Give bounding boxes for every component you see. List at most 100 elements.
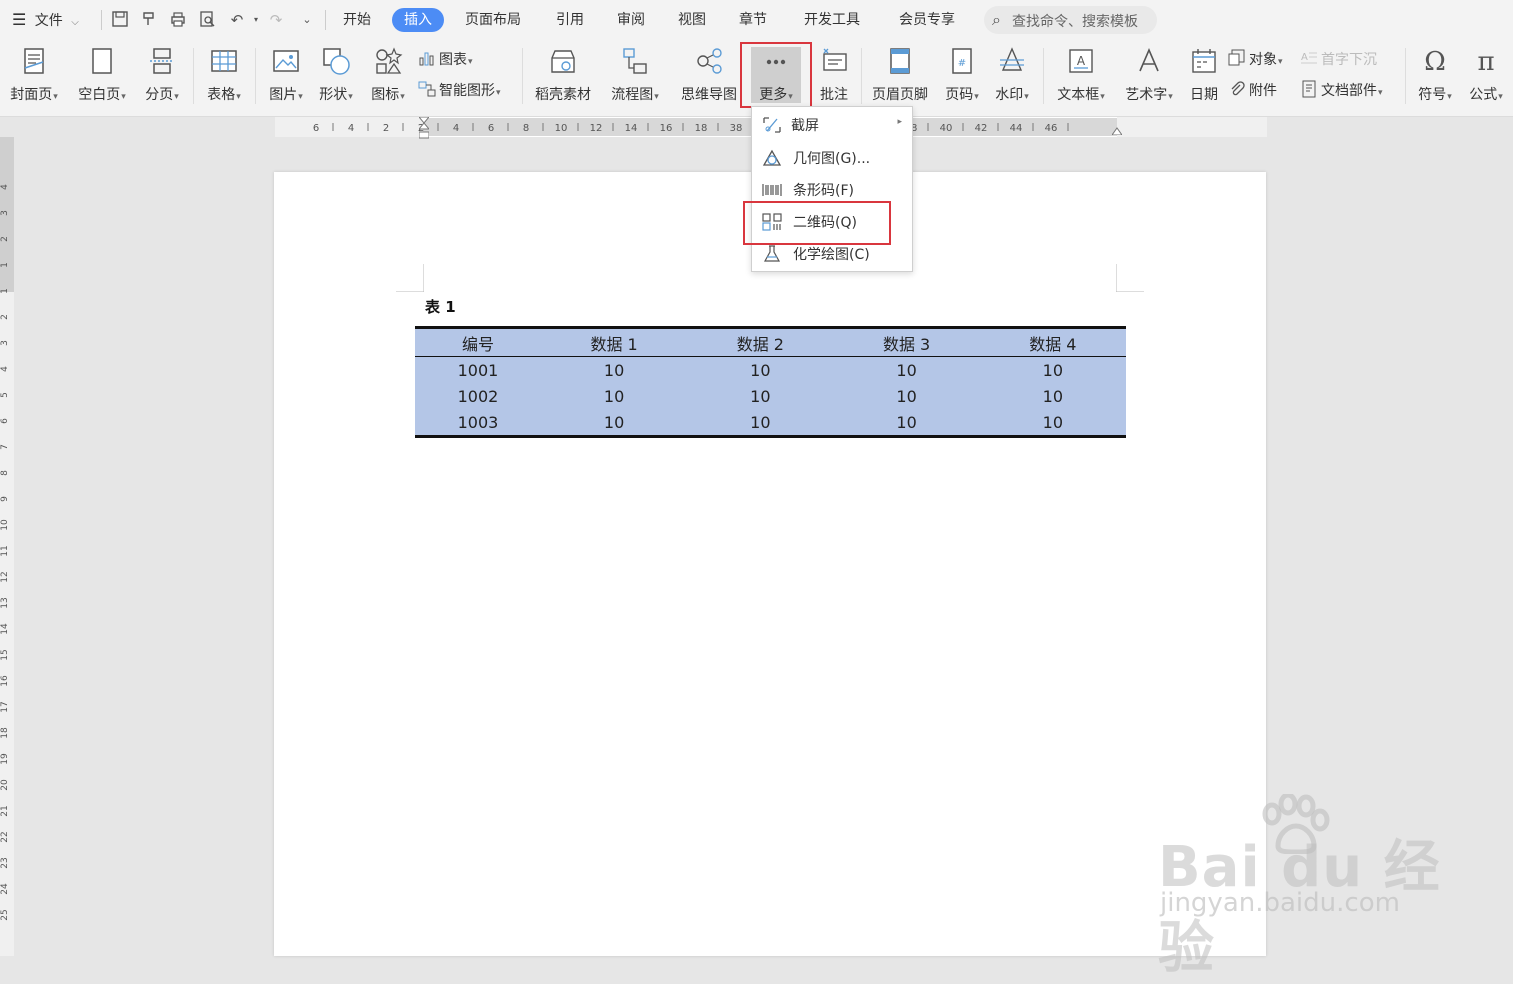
tab-references[interactable]: 引用 [556, 8, 584, 32]
data-table[interactable]: 编号 数据 1 数据 2 数据 3 数据 4 1001 10 10 10 10 … [415, 326, 1126, 438]
table-cell[interactable]: 10 [541, 357, 687, 384]
save-icon[interactable] [110, 10, 130, 30]
table-cell[interactable]: 1003 [415, 409, 541, 437]
customize-toolbar-icon[interactable]: ⌄ [297, 10, 317, 30]
date-button[interactable]: 日期 [1186, 46, 1222, 108]
flowchart-button[interactable]: 流程图▾ [606, 46, 664, 108]
vertical-ruler[interactable]: 4 3 2 1 1 2 3 4 5 6 7 8 9 10 11 12 13 14 15 16 17 18 19 20 21 22 2… [0, 137, 14, 956]
redo-icon[interactable]: ↷ [266, 10, 286, 30]
ruler-tick-label: 6 [313, 123, 319, 134]
chevron-down-icon: ▾ [121, 92, 126, 102]
picture-icon [273, 50, 299, 72]
menu-item-label: 化学绘图(C) [793, 247, 870, 263]
attachment-label: 附件 [1249, 83, 1277, 99]
ruler-tick-label: 40 [940, 123, 953, 134]
table-cell[interactable]: 10 [833, 357, 979, 384]
shape-button[interactable]: 形状▾ [314, 46, 358, 108]
menu-item-label: 截屏 [791, 118, 819, 134]
header-footer-button[interactable]: 页眉页脚 [868, 46, 932, 108]
table-cell[interactable]: 10 [833, 383, 979, 409]
chevron-down-icon: ▾ [1100, 92, 1105, 102]
text-box-button[interactable]: A 文本框▾ [1052, 46, 1110, 108]
table-header-cell[interactable]: 数据 4 [979, 327, 1126, 357]
drop-cap-button[interactable]: A 首字下沉 [1300, 49, 1377, 71]
page-number-button[interactable]: # 页码▾ [940, 46, 984, 108]
table-header-cell[interactable]: 数据 2 [687, 327, 834, 357]
table-header-cell[interactable]: 数据 1 [540, 327, 688, 357]
file-menu-button[interactable]: ☰ 文件 ⌵ [12, 8, 79, 32]
table-cell[interactable]: 1001 [415, 357, 541, 384]
tab-membership[interactable]: 会员专享 [899, 8, 955, 32]
mind-map-label: 思维导图 [681, 87, 737, 103]
tab-developer[interactable]: 开发工具 [804, 8, 860, 32]
document-parts-button[interactable]: 文档部件▾ [1300, 80, 1383, 102]
chevron-down-icon: ▾ [1447, 92, 1452, 102]
symbol-button[interactable]: Ω 符号▾ [1413, 46, 1457, 108]
table-cell[interactable]: 10 [833, 409, 979, 437]
ruler-indent-marker[interactable] [417, 116, 431, 141]
mind-map-button[interactable]: 思维导图 [674, 46, 744, 108]
comment-button[interactable]: 批注 [812, 46, 856, 108]
tab-review[interactable]: 审阅 [617, 8, 645, 32]
svg-text:#: # [958, 58, 966, 69]
ruler-tick-label: 8 [0, 470, 10, 476]
object-button[interactable]: 对象▾ [1228, 49, 1283, 71]
equation-button[interactable]: π 公式▾ [1464, 46, 1508, 108]
daoke-material-button[interactable]: 稻壳素材 [531, 46, 595, 108]
daoke-material-label: 稻壳素材 [535, 87, 591, 103]
menu-item-geometry[interactable]: 几何图(G)... [752, 143, 912, 173]
ruler-tick-label: 4 [348, 123, 354, 134]
print-preview-icon[interactable] [197, 10, 217, 30]
document-page[interactable]: 表 1 编号 数据 1 数据 2 数据 3 数据 4 1001 10 10 10… [274, 172, 1266, 956]
table-header-cell[interactable]: 编号 [415, 327, 541, 357]
tab-view[interactable]: 视图 [678, 8, 706, 32]
header-footer-label: 页眉页脚 [872, 87, 928, 103]
ruler-tick-label: 5 [0, 392, 10, 398]
tab-page-layout[interactable]: 页面布局 [465, 8, 521, 32]
margin-corner-top-right [1116, 264, 1144, 292]
icon-library-button[interactable]: 图标▾ [366, 46, 410, 108]
menu-item-screenshot[interactable]: 截屏 ▸ [752, 110, 912, 140]
table-cell[interactable]: 10 [980, 409, 1126, 437]
smart-graphic-button[interactable]: 智能图形▾ [418, 80, 501, 102]
table-cell[interactable]: 10 [541, 383, 687, 409]
format-painter-icon[interactable] [139, 10, 159, 30]
table-cell[interactable]: 10 [980, 383, 1126, 409]
svg-text:A: A [1301, 52, 1308, 63]
table-cell[interactable]: 10 [687, 409, 833, 437]
tab-insert[interactable]: 插入 [392, 8, 444, 32]
divider [1043, 48, 1044, 104]
page-break-button[interactable]: 分页▾ [140, 46, 184, 108]
table-cell[interactable]: 10 [687, 383, 833, 409]
table-cell[interactable]: 1002 [415, 383, 541, 409]
table-cell[interactable]: 10 [541, 409, 687, 437]
table-cell[interactable]: 10 [687, 357, 833, 384]
text-box-icon: A [1069, 49, 1093, 73]
table-button[interactable]: 表格▾ [202, 46, 246, 108]
watermark-button[interactable]: 水印▾ [990, 46, 1034, 108]
chevron-down-icon: ▾ [400, 92, 405, 102]
attachment-button[interactable]: 附件 [1228, 80, 1277, 102]
drop-cap-label: 首字下沉 [1321, 52, 1377, 68]
command-search-box[interactable]: ⌕ 查找命令、搜索模板 [984, 6, 1157, 34]
picture-button[interactable]: 图片▾ [264, 46, 308, 108]
baidu-jingyan-watermark: Bai du 经验 jingyan.baidu.com [1158, 794, 1458, 981]
undo-dropdown-icon[interactable]: ▾ [246, 10, 266, 30]
tab-home[interactable]: 开始 [343, 8, 371, 32]
tab-chapter[interactable]: 章节 [739, 8, 767, 32]
cover-page-button[interactable]: 封面页▾ [6, 46, 62, 108]
chart-button[interactable]: 图表▾ [418, 49, 473, 71]
table-cell[interactable]: 10 [980, 357, 1126, 384]
print-icon[interactable] [168, 10, 188, 30]
table-header-cell[interactable]: 数据 3 [833, 327, 980, 357]
flask-icon [763, 245, 781, 262]
chevron-down-icon: ▾ [174, 92, 179, 102]
blank-page-button[interactable]: 空白页▾ [74, 46, 130, 108]
date-label: 日期 [1190, 87, 1218, 103]
chevron-down-icon: ▾ [1024, 92, 1029, 102]
undo-icon[interactable]: ↶ [227, 10, 247, 30]
wordart-button[interactable]: 艺术字▾ [1120, 46, 1178, 108]
ruler-right-indent-marker[interactable] [1111, 123, 1123, 136]
watermark-label: 水印 [995, 87, 1024, 103]
table-label: 表格 [207, 87, 236, 103]
